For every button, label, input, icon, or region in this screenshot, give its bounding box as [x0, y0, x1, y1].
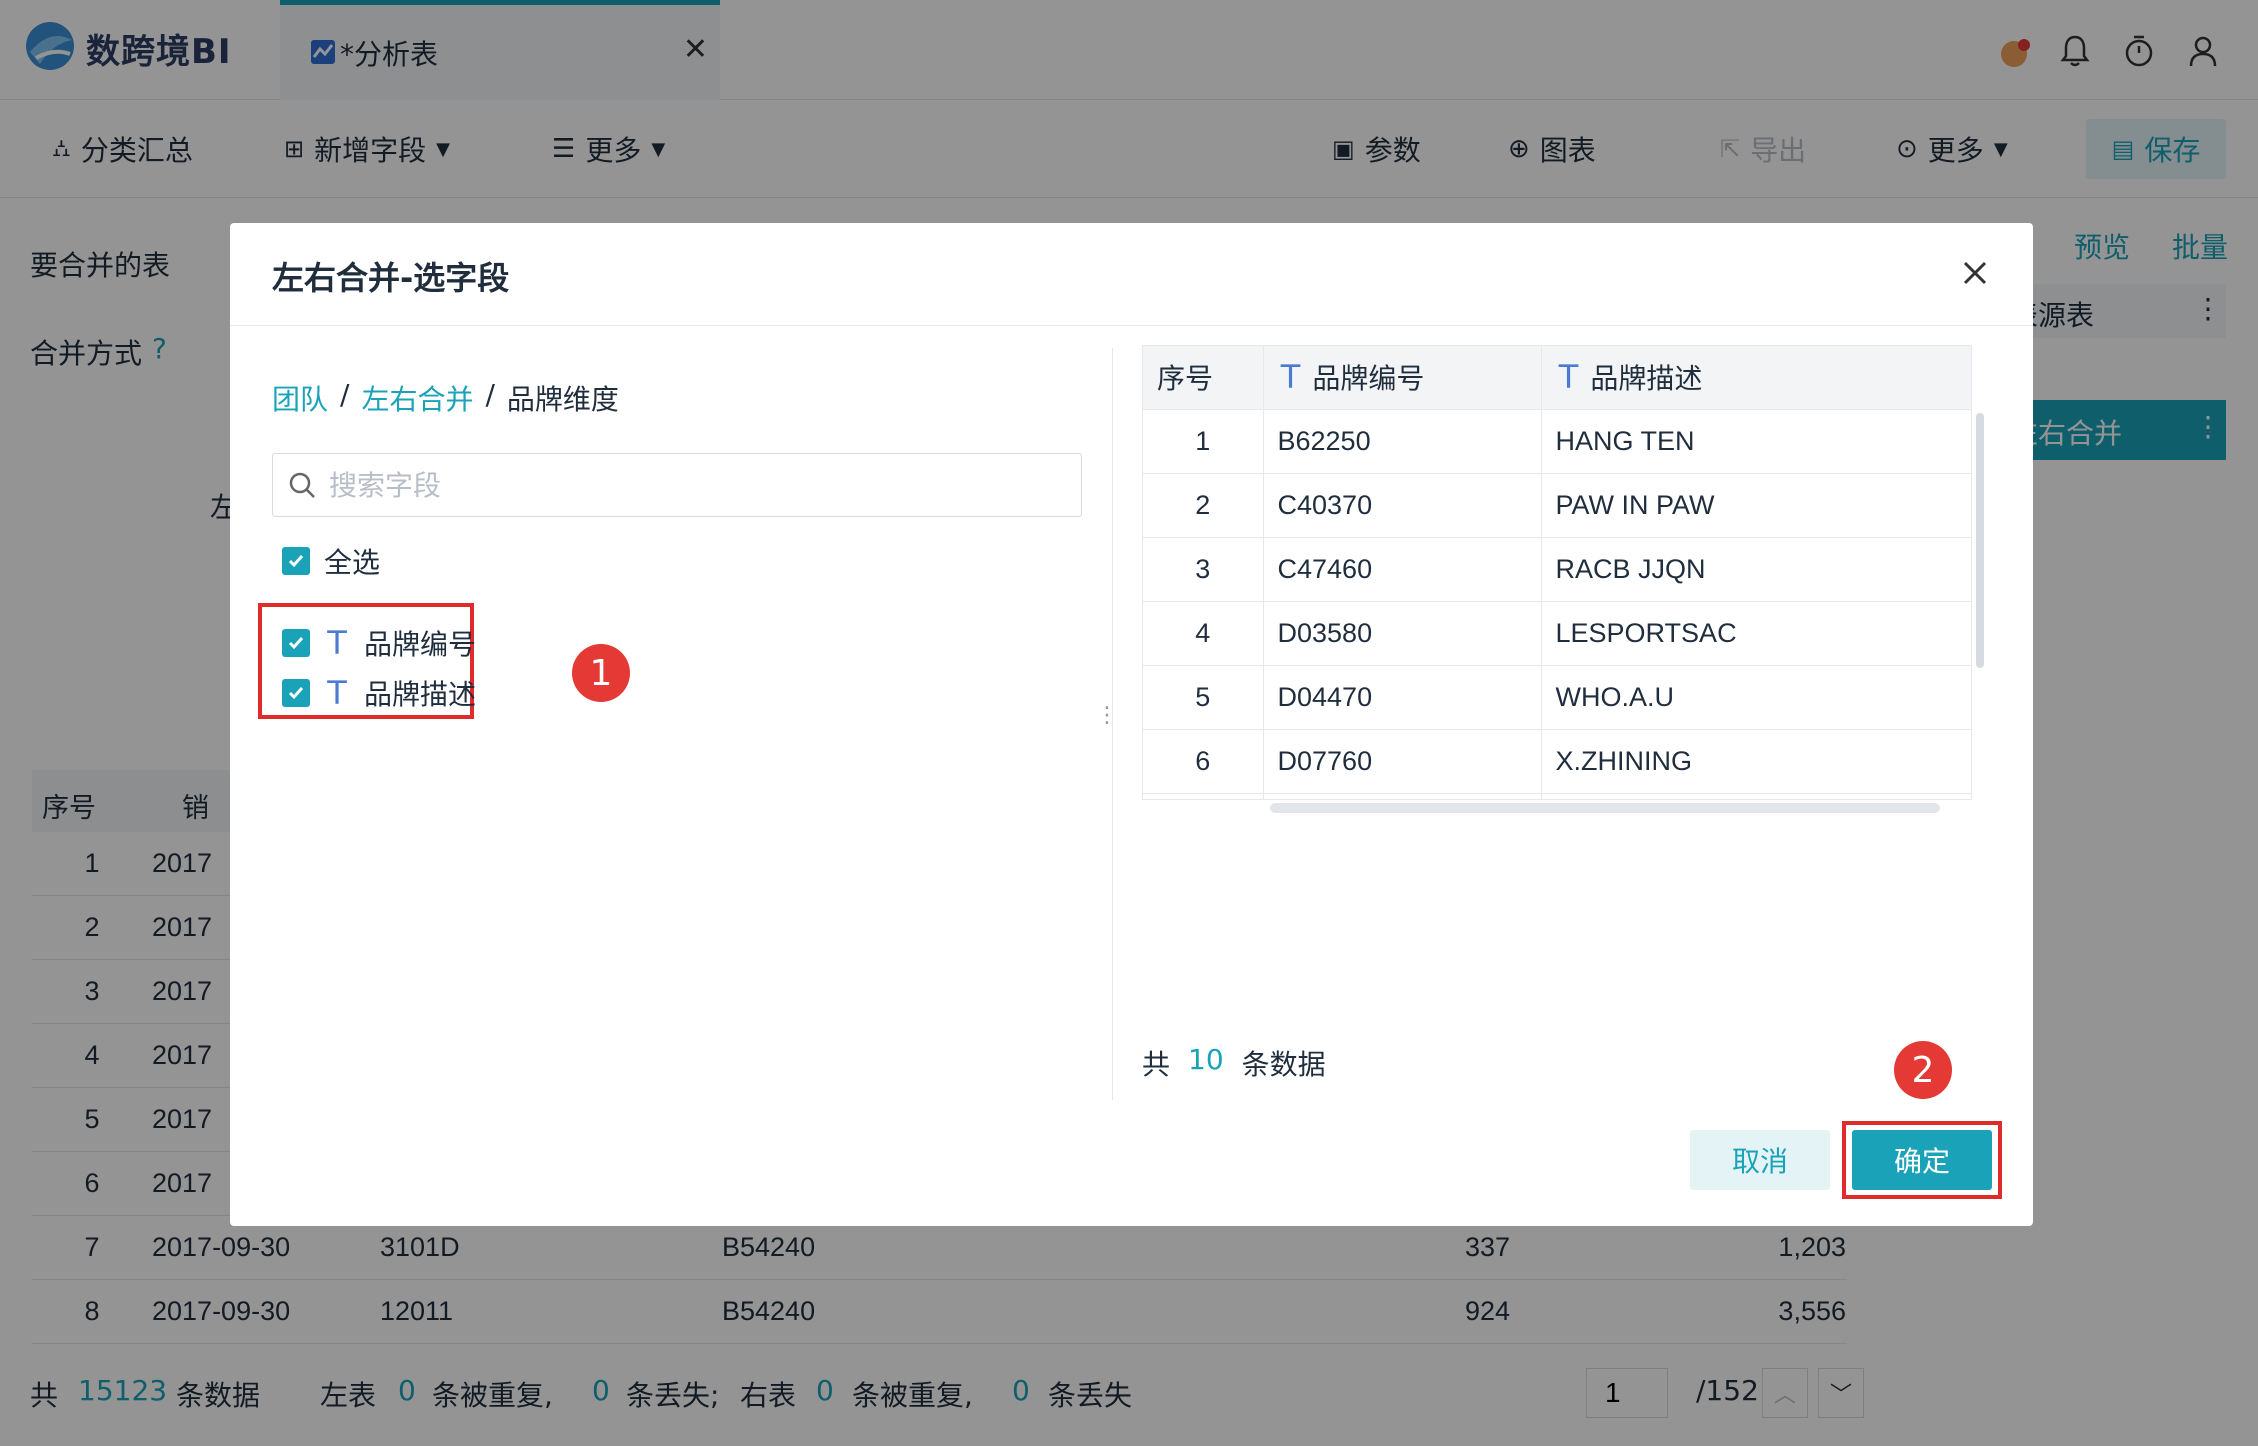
search-field[interactable]: [272, 453, 1082, 517]
table-row: 7A28430NEW BALANCE(新百伦): [1143, 793, 1971, 799]
preview-header-brand-code-label: 品牌编号: [1312, 362, 1425, 396]
text-type-icon: T: [1558, 358, 1579, 397]
cancel-button[interactable]: 取消: [1690, 1130, 1830, 1190]
brand-desc-cell: WHO.A.U: [1541, 665, 1971, 730]
vertical-scrollbar[interactable]: [1976, 413, 1984, 668]
table-row: 3 C47460 RACB JJQN: [1143, 537, 1971, 602]
search-input[interactable]: [329, 468, 1029, 502]
field-item[interactable]: T 品牌编号: [282, 623, 476, 663]
table-row: 5 D04470 WHO.A.U: [1143, 665, 1971, 730]
field-label: 品牌编号: [364, 628, 477, 661]
horizontal-scrollbar[interactable]: [1270, 803, 1940, 813]
brand-desc-cell: NEW BALANCE(新百伦): [1541, 793, 1971, 799]
breadcrumb-separator: /: [340, 378, 350, 411]
brand-desc-cell: HANG TEN: [1541, 409, 1971, 474]
brand-desc-cell: PAW IN PAW: [1541, 473, 1971, 538]
row-index: 2: [1143, 473, 1264, 538]
brand-code-cell: D07760: [1263, 729, 1542, 794]
breadcrumb-lr-merge[interactable]: 左右合并: [361, 378, 473, 418]
brand-code-cell: B62250: [1263, 409, 1542, 474]
row-index: 4: [1143, 601, 1264, 666]
brand-code-cell: D03580: [1263, 601, 1542, 666]
table-row: 6 D07760 X.ZHINING: [1143, 729, 1971, 794]
count-suffix: 条数据: [1241, 1048, 1326, 1081]
count-value: 10: [1188, 1043, 1224, 1076]
table-row: 2 C40370 PAW IN PAW: [1143, 473, 1971, 538]
preview-header-brand-code: T 品牌编号: [1263, 346, 1542, 410]
dialog-divider: [230, 325, 2033, 326]
preview-header-brand-desc: T 品牌描述: [1541, 346, 1971, 410]
preview-table: 序号 T 品牌编号 T 品牌描述 1 B62250 HANG TEN 2 C40370 P…: [1142, 345, 1972, 800]
select-all-row[interactable]: 全选: [282, 541, 380, 581]
brand-code-cell: C47460: [1263, 537, 1542, 602]
select-all-label: 全选: [324, 546, 381, 579]
row-index: 6: [1143, 729, 1264, 794]
field-item[interactable]: T 品牌描述: [282, 673, 476, 713]
preview-header-row: 序号 T 品牌编号 T 品牌描述: [1143, 346, 1971, 410]
row-index: 7: [1143, 793, 1264, 799]
step-badge-2: 2: [1894, 1041, 1952, 1099]
breadcrumb: 团队 / 左右合并 / 品牌维度: [272, 378, 619, 418]
row-index: 3: [1143, 537, 1264, 602]
table-row: 1 B62250 HANG TEN: [1143, 409, 1971, 474]
text-type-icon: T: [327, 624, 347, 662]
text-type-icon: T: [327, 674, 347, 712]
brand-code-cell: A28430: [1263, 793, 1542, 799]
brand-code-cell: C40370: [1263, 473, 1542, 538]
row-index: 5: [1143, 665, 1264, 730]
breadcrumb-separator: /: [485, 378, 495, 411]
close-icon[interactable]: [1955, 253, 1995, 293]
checkbox-checked-icon[interactable]: [282, 629, 310, 657]
ok-button[interactable]: 确定: [1852, 1130, 1992, 1190]
count-prefix: 共: [1142, 1048, 1171, 1081]
dialog-title: 左右合并-选字段: [272, 259, 510, 297]
search-icon: [287, 470, 317, 500]
checkbox-checked-icon[interactable]: [282, 547, 310, 575]
breadcrumb-current: 品牌维度: [506, 383, 619, 416]
brand-desc-cell: RACB JJQN: [1541, 537, 1971, 602]
brand-code-cell: D04470: [1263, 665, 1542, 730]
field-select-dialog: 左右合并-选字段 团队 / 左右合并 / 品牌维度 全选 T 品牌编号 T: [230, 223, 2033, 1226]
table-row: 4 D03580 LESPORTSAC: [1143, 601, 1971, 666]
step-badge-1: 1: [572, 644, 630, 702]
breadcrumb-team[interactable]: 团队: [272, 378, 328, 418]
drag-handle-icon[interactable]: ⋮: [1096, 703, 1118, 728]
checkbox-checked-icon[interactable]: [282, 679, 310, 707]
preview-header-brand-desc-label: 品牌描述: [1590, 362, 1703, 396]
text-type-icon: T: [1280, 358, 1301, 397]
brand-desc-cell: X.ZHINING: [1541, 729, 1971, 794]
preview-header-index: 序号: [1143, 346, 1264, 410]
row-index: 1: [1143, 409, 1264, 474]
record-count: 共 10 条数据: [1142, 1043, 1326, 1083]
field-label: 品牌描述: [364, 678, 477, 711]
brand-desc-cell: LESPORTSAC: [1541, 601, 1971, 666]
